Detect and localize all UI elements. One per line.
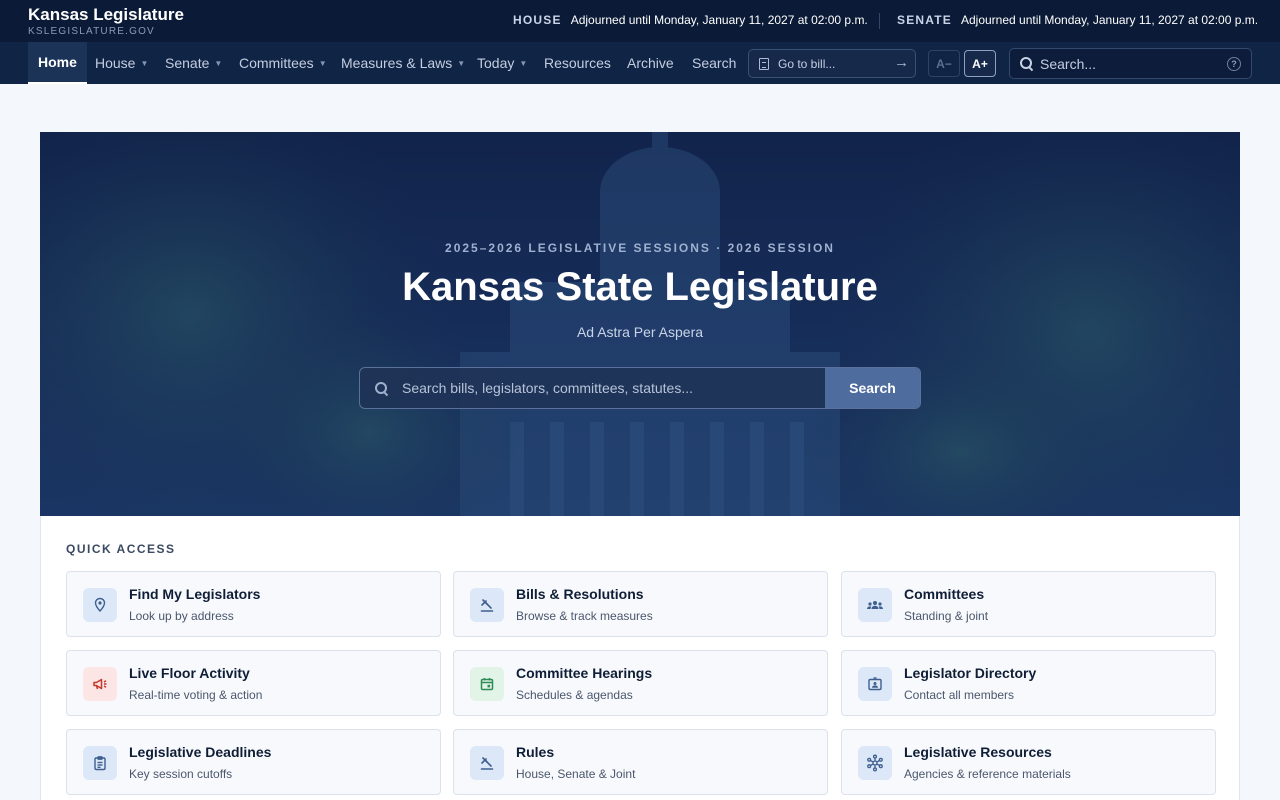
card-title: Legislative Resources xyxy=(904,744,1052,760)
nav-archive-label: Archive xyxy=(627,55,674,71)
arrow-right-icon[interactable]: → xyxy=(894,54,909,71)
house-label: HOUSE xyxy=(513,13,562,27)
card-title: Committees xyxy=(904,586,985,602)
card-subtitle: House, Senate & Joint xyxy=(516,767,636,781)
nav-today-label: Today xyxy=(477,55,515,71)
font-increase-button[interactable]: A+ xyxy=(964,50,996,77)
chevron-down-icon: ▼ xyxy=(519,58,528,68)
nav-search-label: Search xyxy=(692,55,737,71)
chevron-down-icon: ▼ xyxy=(140,58,149,68)
card-subtitle: Agencies & reference materials xyxy=(904,767,1071,781)
gavel-icon xyxy=(470,588,504,622)
card-subtitle: Key session cutoffs xyxy=(129,767,233,781)
hero-banner: 2025–2026 LEGISLATIVE SESSIONS · 2026 SE… xyxy=(40,132,1240,516)
card-committees[interactable]: Committees Standing & joint xyxy=(841,571,1216,637)
card-subtitle: Browse & track measures xyxy=(516,609,653,623)
card-committee-hearings[interactable]: Committee Hearings Schedules & agendas xyxy=(453,650,828,716)
document-icon xyxy=(759,57,769,70)
card-title: Bills & Resolutions xyxy=(516,586,644,602)
nav-resources[interactable]: Resources xyxy=(544,42,611,84)
calendar-icon xyxy=(470,667,504,701)
session-kicker: 2025–2026 LEGISLATIVE SESSIONS · 2026 SE… xyxy=(445,241,835,255)
card-legislator-directory[interactable]: Legislator Directory Contact all members xyxy=(841,650,1216,716)
font-decrease-button[interactable]: A− xyxy=(928,50,960,77)
id-card-icon xyxy=(858,667,892,701)
nav-archive[interactable]: Archive xyxy=(627,42,674,84)
nav-measures-label: Measures & Laws xyxy=(341,55,453,71)
hero-search-button[interactable]: Search xyxy=(825,368,920,408)
card-title: Committee Hearings xyxy=(516,665,653,681)
site-title[interactable]: Kansas Legislature xyxy=(28,6,184,24)
card-title: Find My Legislators xyxy=(129,586,261,602)
card-live-floor-activity[interactable]: Live Floor Activity Real-time voting & a… xyxy=(66,650,441,716)
quick-access-heading: QUICK ACCESS xyxy=(66,542,176,556)
go-to-bill-placeholder: Go to bill... xyxy=(778,56,836,71)
go-to-bill-input[interactable]: Go to bill... → xyxy=(748,49,916,78)
card-title: Rules xyxy=(516,744,555,760)
site-domain: KSLEGISLATURE.GOV xyxy=(28,26,155,37)
house-status-text: Adjourned until Monday, January 11, 2027… xyxy=(570,13,868,27)
card-subtitle: Look up by address xyxy=(129,609,234,623)
senate-status: SENATE Adjourned until Monday, January 11… xyxy=(897,13,1258,27)
card-subtitle: Real-time voting & action xyxy=(129,688,263,702)
card-subtitle: Standing & joint xyxy=(904,609,989,623)
gavel-icon xyxy=(470,746,504,780)
search-icon xyxy=(1020,56,1034,71)
card-bills-resolutions[interactable]: Bills & Resolutions Browse & track measu… xyxy=(453,571,828,637)
nav-home[interactable]: Home xyxy=(28,42,87,84)
top-status-bar: Kansas Legislature KSLEGISLATURE.GOV HOU… xyxy=(0,0,1280,42)
nav-resources-label: Resources xyxy=(544,55,611,71)
card-legislative-deadlines[interactable]: Legislative Deadlines Key session cutoff… xyxy=(66,729,441,795)
status-divider xyxy=(879,13,880,29)
nav-house[interactable]: House ▼ xyxy=(95,42,148,84)
global-search-placeholder: Search... xyxy=(1040,55,1097,72)
hero-search-bar: Search bills, legislators, committees, s… xyxy=(359,367,921,409)
chevron-down-icon: ▼ xyxy=(457,58,466,68)
senate-status-text: Adjourned until Monday, January 11, 2027… xyxy=(960,13,1259,27)
network-icon xyxy=(858,746,892,780)
map-pin-icon xyxy=(83,588,117,622)
megaphone-icon xyxy=(83,667,117,701)
nav-search[interactable]: Search xyxy=(692,42,736,84)
clipboard-icon xyxy=(83,746,117,780)
card-find-my-legislators[interactable]: Find My Legislators Look up by address xyxy=(66,571,441,637)
nav-home-label: Home xyxy=(38,54,77,70)
nav-senate[interactable]: Senate ▼ xyxy=(165,42,222,84)
page-title: Kansas State Legislature xyxy=(402,265,878,309)
nav-today[interactable]: Today ▼ xyxy=(477,42,527,84)
main-nav: Home House ▼ Senate ▼ Committees ▼ Measures… xyxy=(0,42,1280,84)
card-title: Legislator Directory xyxy=(904,665,1037,681)
nav-senate-label: Senate xyxy=(165,55,210,71)
card-title: Legislative Deadlines xyxy=(129,744,272,760)
chevron-down-icon: ▼ xyxy=(318,58,327,68)
search-icon xyxy=(375,382,389,396)
card-title: Live Floor Activity xyxy=(129,665,250,681)
card-legislative-resources[interactable]: Legislative Resources Agencies & referen… xyxy=(841,729,1216,795)
senate-label: SENATE xyxy=(897,13,952,27)
nav-committees[interactable]: Committees ▼ xyxy=(239,42,327,84)
card-subtitle: Schedules & agendas xyxy=(516,688,633,702)
help-icon[interactable]: ? xyxy=(1227,57,1241,71)
chevron-down-icon: ▼ xyxy=(214,58,223,68)
global-search-input[interactable]: Search... ? xyxy=(1009,48,1252,79)
card-subtitle: Contact all members xyxy=(904,688,1015,702)
card-rules[interactable]: Rules House, Senate & Joint xyxy=(453,729,828,795)
house-status: HOUSE Adjourned until Monday, January 11,… xyxy=(513,13,868,27)
nav-house-label: House xyxy=(95,55,136,71)
state-motto: Ad Astra Per Aspera xyxy=(576,324,704,340)
group-icon xyxy=(858,588,892,622)
hero-search-input[interactable]: Search bills, legislators, committees, s… xyxy=(389,368,825,408)
nav-measures-laws[interactable]: Measures & Laws ▼ xyxy=(341,42,465,84)
quick-access-panel: QUICK ACCESS Find My Legislators Look up… xyxy=(40,516,1240,800)
nav-committees-label: Committees xyxy=(239,55,314,71)
site-brand[interactable]: Kansas Legislature KSLEGISLATURE.GOV xyxy=(28,6,184,38)
